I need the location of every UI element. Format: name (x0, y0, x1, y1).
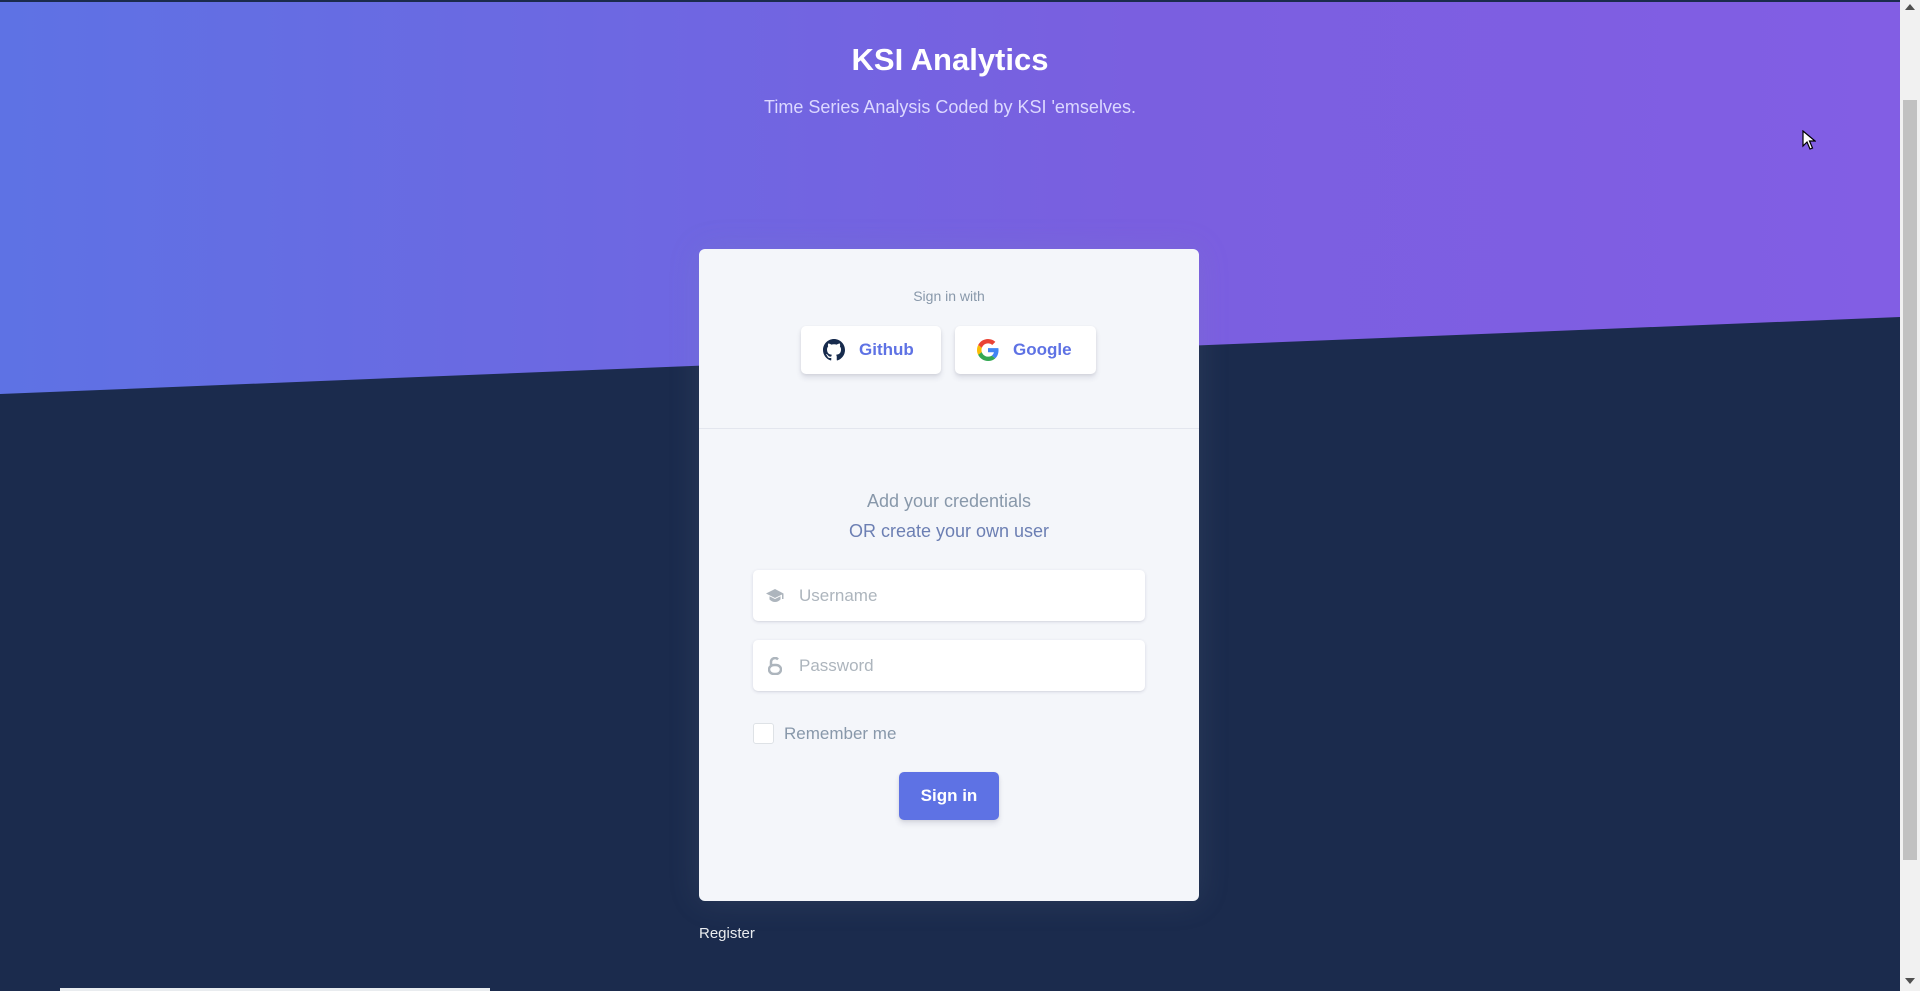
username-field[interactable] (753, 570, 1145, 621)
github-icon (823, 339, 845, 361)
remember-me-label[interactable]: Remember me (784, 724, 896, 744)
top-border (0, 0, 1900, 2)
scrollbar-thumb[interactable] (1903, 100, 1917, 860)
password-field[interactable] (753, 640, 1145, 691)
password-input[interactable] (797, 654, 1131, 677)
page-title: KSI Analytics (851, 42, 1049, 77)
scroll-down-arrow-icon[interactable] (1905, 978, 1915, 984)
page: KSI Analytics Time Series Analysis Coded… (0, 0, 1900, 991)
mouse-cursor-icon (1802, 130, 1816, 150)
credentials-heading: Add your credentials OR create your own … (699, 486, 1199, 546)
sign-in-button[interactable]: Sign in (899, 772, 999, 820)
google-icon (977, 339, 999, 361)
google-button[interactable]: Google (955, 326, 1096, 374)
credentials-line-1: Add your credentials (866, 491, 1032, 511)
google-button-label: Google (1013, 340, 1072, 359)
credentials-line-2: OR create your own user (848, 521, 1050, 541)
vertical-scrollbar[interactable] (1900, 0, 1920, 991)
github-button[interactable]: Github (801, 326, 941, 374)
lock-icon (765, 656, 785, 676)
username-input[interactable] (797, 584, 1131, 607)
remember-me-control[interactable]: Remember me (753, 723, 896, 744)
sign-in-with-label: Sign in with (913, 288, 985, 304)
register-link[interactable]: Register (699, 925, 755, 942)
graduation-cap-icon (765, 586, 785, 606)
remember-me-checkbox[interactable] (753, 723, 774, 744)
github-button-label: Github (859, 340, 914, 359)
login-card: Sign in with Github Google Add your cred… (699, 249, 1199, 901)
page-subtitle: Time Series Analysis Coded by KSI 'emsel… (764, 97, 1136, 117)
scroll-up-arrow-icon[interactable] (1905, 4, 1915, 10)
social-login-section: Sign in with Github Google (699, 249, 1199, 429)
